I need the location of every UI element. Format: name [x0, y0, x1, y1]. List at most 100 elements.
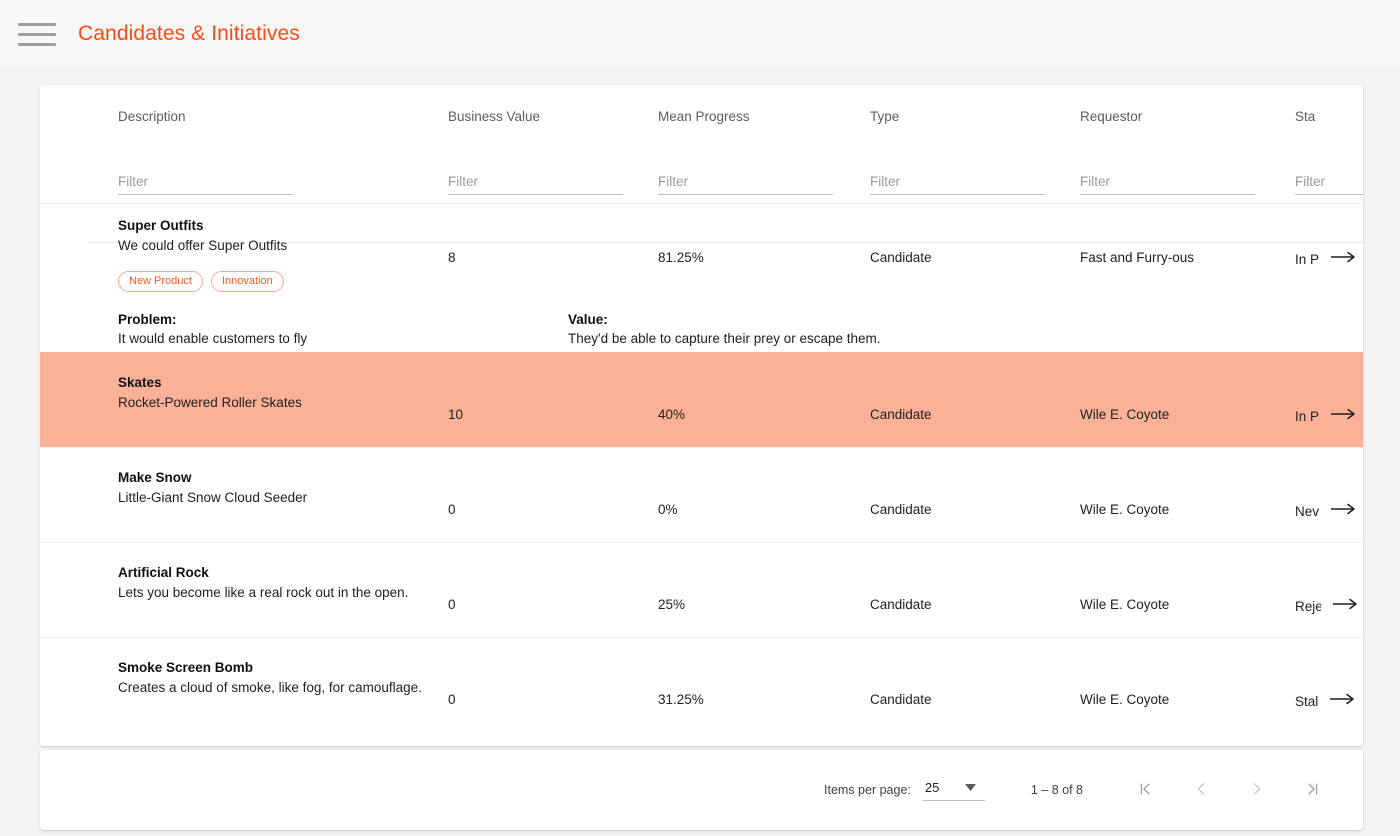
row-subtitle: Lets you become like a real rock out in …: [118, 585, 409, 601]
filter-input-mean-progress[interactable]: [658, 174, 833, 195]
cell-mean-progress: 0%: [658, 502, 678, 518]
arrow-right-icon[interactable]: [1331, 250, 1357, 268]
arrow-right-icon[interactable]: [1330, 692, 1356, 710]
column-header-business-value[interactable]: Business Value: [448, 109, 658, 124]
page-title: Candidates & Initiatives: [78, 22, 300, 45]
detail-problem-label: Problem:: [118, 312, 177, 328]
cell-description: Skates Rocket-Powered Roller Skates: [118, 375, 448, 410]
row-title: Skates: [118, 375, 162, 391]
column-header-description[interactable]: Description: [118, 109, 448, 124]
chip[interactable]: Innovation: [210, 271, 284, 293]
paginator-buttons: [1125, 770, 1333, 810]
filter-input-status[interactable]: [1295, 174, 1363, 195]
arrow-right-icon[interactable]: [1331, 502, 1357, 520]
cell-description: Super Outfits We could offer Super Outfit…: [118, 218, 448, 293]
app-toolbar: Candidates & Initiatives: [0, 0, 1400, 68]
cell-business-value: 8: [448, 250, 456, 265]
filter-cell-description: [118, 173, 293, 195]
detail-value-text: They'd be able to capture their prey or …: [568, 331, 881, 347]
cell-status: In P: [1295, 375, 1363, 425]
cell-requestor: Wile E. Coyote: [1080, 407, 1170, 423]
status-badge: Stal: [1295, 693, 1319, 709]
paginator: Items per page: 25 1 – 8 of 8: [824, 750, 1333, 830]
table-row-main: Super Outfits We could offer Super Outfit…: [40, 204, 1363, 296]
last-page-button[interactable]: [1293, 770, 1333, 810]
table-row[interactable]: Skates Rocket-Powered Roller Skates 10 40% C…: [40, 352, 1363, 448]
row-title: Super Outfits: [118, 218, 204, 233]
filter-cell-business-value: [448, 173, 623, 195]
cell-description: Artificial Rock Lets you become like a re…: [118, 565, 448, 600]
row-detail: Problem: It would enable customers to fly…: [40, 312, 1363, 352]
row-subtitle: Creates a cloud of smoke, like fog, for …: [118, 680, 422, 696]
table-scroll-area[interactable]: Description Business Value Mean Progress…: [40, 85, 1363, 746]
row-title: Make Snow: [118, 470, 192, 486]
table-row[interactable]: Super Outfits We could offer Super Outfit…: [40, 203, 1363, 352]
cell-type: Candidate: [870, 250, 932, 265]
filter-cell-mean-progress: [658, 173, 833, 195]
cell-status: Reje: [1295, 565, 1363, 615]
cell-business-value: 0: [448, 597, 456, 613]
paginator-card: Items per page: 25 1 – 8 of 8: [40, 750, 1363, 830]
cell-type: Candidate: [870, 407, 932, 423]
row-title: Smoke Screen Bomb: [118, 660, 254, 676]
table-row[interactable]: Make Snow Little-Giant Snow Cloud Seeder 0…: [40, 447, 1363, 542]
cell-status: Stal: [1295, 660, 1363, 710]
table-row-main: Skates Rocket-Powered Roller Skates 10 40% C…: [40, 353, 1363, 447]
cell-business-value: 0: [448, 502, 456, 518]
items-per-page-select[interactable]: 25: [922, 779, 985, 801]
chip[interactable]: New Product: [118, 271, 203, 293]
arrow-right-icon[interactable]: [1331, 407, 1357, 425]
column-header-status[interactable]: Sta: [1295, 109, 1363, 124]
table-card: Description Business Value Mean Progress…: [40, 85, 1363, 746]
status-badge: In P: [1295, 408, 1320, 424]
previous-page-icon: [1192, 780, 1210, 801]
hamburger-bar: [18, 32, 56, 36]
cell-status: Nev: [1295, 470, 1363, 520]
cell-type: Candidate: [870, 692, 932, 708]
filter-cell-requestor: [1080, 173, 1255, 195]
filter-input-description[interactable]: [118, 174, 293, 195]
items-per-page-value: 25: [924, 779, 940, 795]
status-badge: In P: [1295, 251, 1320, 267]
cell-business-value: 0: [448, 692, 456, 708]
filter-input-type[interactable]: [870, 174, 1045, 195]
detail-problem-text: It would enable customers to fly: [118, 331, 308, 347]
hamburger-menu-icon[interactable]: [14, 18, 60, 50]
chevron-down-icon: [965, 780, 977, 794]
column-header-type[interactable]: Type: [870, 109, 1080, 124]
next-page-button[interactable]: [1237, 770, 1277, 810]
row-subtitle: We could offer Super Outfits: [118, 238, 288, 253]
last-page-icon: [1304, 780, 1322, 801]
items-per-page-label: Items per page:: [824, 783, 911, 797]
first-page-button[interactable]: [1125, 770, 1165, 810]
detail-value-label: Value:: [568, 312, 608, 328]
table-row[interactable]: Smoke Screen Bomb Creates a cloud of smok…: [40, 637, 1363, 732]
status-badge: Reje: [1295, 598, 1321, 614]
cell-business-value: 10: [448, 407, 464, 423]
column-header-requestor[interactable]: Requestor: [1080, 109, 1295, 124]
cell-type: Candidate: [870, 502, 932, 518]
cell-requestor: Wile E. Coyote: [1080, 597, 1170, 613]
next-page-icon: [1248, 780, 1266, 801]
previous-page-button[interactable]: [1181, 770, 1221, 810]
filter-input-business-value[interactable]: [448, 174, 623, 195]
detail-value: Value: They'd be able to capture their pr…: [568, 312, 1363, 346]
filter-input-requestor[interactable]: [1080, 174, 1255, 195]
table-header-row: Description Business Value Mean Progress…: [40, 85, 1363, 147]
cell-type: Candidate: [870, 597, 932, 613]
cell-description: Smoke Screen Bomb Creates a cloud of smok…: [118, 660, 448, 695]
table-row[interactable]: Artificial Rock Lets you become like a re…: [40, 542, 1363, 637]
app-root: Candidates & Initiatives Description Bus…: [0, 0, 1400, 836]
row-title: Artificial Rock: [118, 565, 209, 581]
hamburger-bar: [18, 22, 56, 26]
table-filter-row: [40, 147, 1363, 203]
detail-problem: Problem: It would enable customers to fly: [118, 312, 568, 346]
cell-status: In P: [1295, 218, 1363, 268]
table-row-main: Artificial Rock Lets you become like a re…: [40, 543, 1363, 637]
column-header-mean-progress[interactable]: Mean Progress: [658, 109, 870, 124]
arrow-right-icon[interactable]: [1333, 597, 1359, 615]
first-page-icon: [1136, 780, 1154, 801]
cell-mean-progress: 31.25%: [658, 692, 704, 708]
status-badge: Nev: [1295, 503, 1320, 519]
table-body: Super Outfits We could offer Super Outfit…: [40, 203, 1363, 732]
